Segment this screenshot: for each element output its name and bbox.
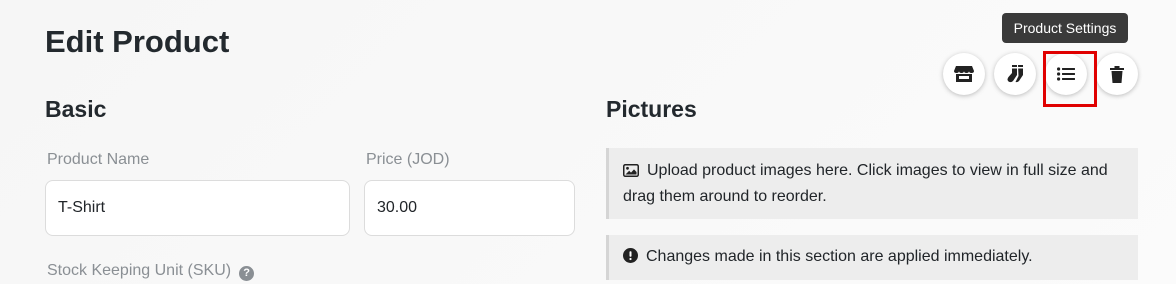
sku-label-row: Stock Keeping Unit (SKU)? (47, 262, 255, 281)
highlight-box (1043, 51, 1097, 107)
pictures-info-alert: Upload product images here. Click images… (606, 148, 1138, 219)
sku-label: Stock Keeping Unit (SKU) (47, 262, 232, 279)
store-button[interactable] (943, 53, 985, 95)
page-title: Edit Product (45, 24, 230, 59)
price-label: Price (JOD) (366, 151, 450, 168)
product-name-label: Product Name (47, 151, 150, 168)
socks-icon (1005, 64, 1025, 84)
image-icon (623, 161, 639, 185)
pictures-info-text: Upload product images here. Click images… (623, 162, 1108, 205)
basic-section-title: Basic (45, 96, 107, 122)
product-name-input[interactable] (45, 180, 350, 236)
delete-button[interactable] (1096, 53, 1138, 95)
trash-icon (1110, 65, 1124, 83)
help-icon[interactable]: ? (239, 265, 255, 281)
socks-button[interactable] (994, 53, 1036, 95)
pictures-warning-text: Changes made in this section are applied… (646, 248, 1033, 265)
pictures-warning-alert: Changes made in this section are applied… (606, 235, 1138, 280)
store-icon (954, 65, 974, 83)
price-input[interactable] (364, 180, 575, 236)
tooltip: Product Settings (1002, 13, 1128, 43)
pictures-section-title: Pictures (606, 96, 697, 122)
exclamation-circle-icon (623, 247, 638, 271)
